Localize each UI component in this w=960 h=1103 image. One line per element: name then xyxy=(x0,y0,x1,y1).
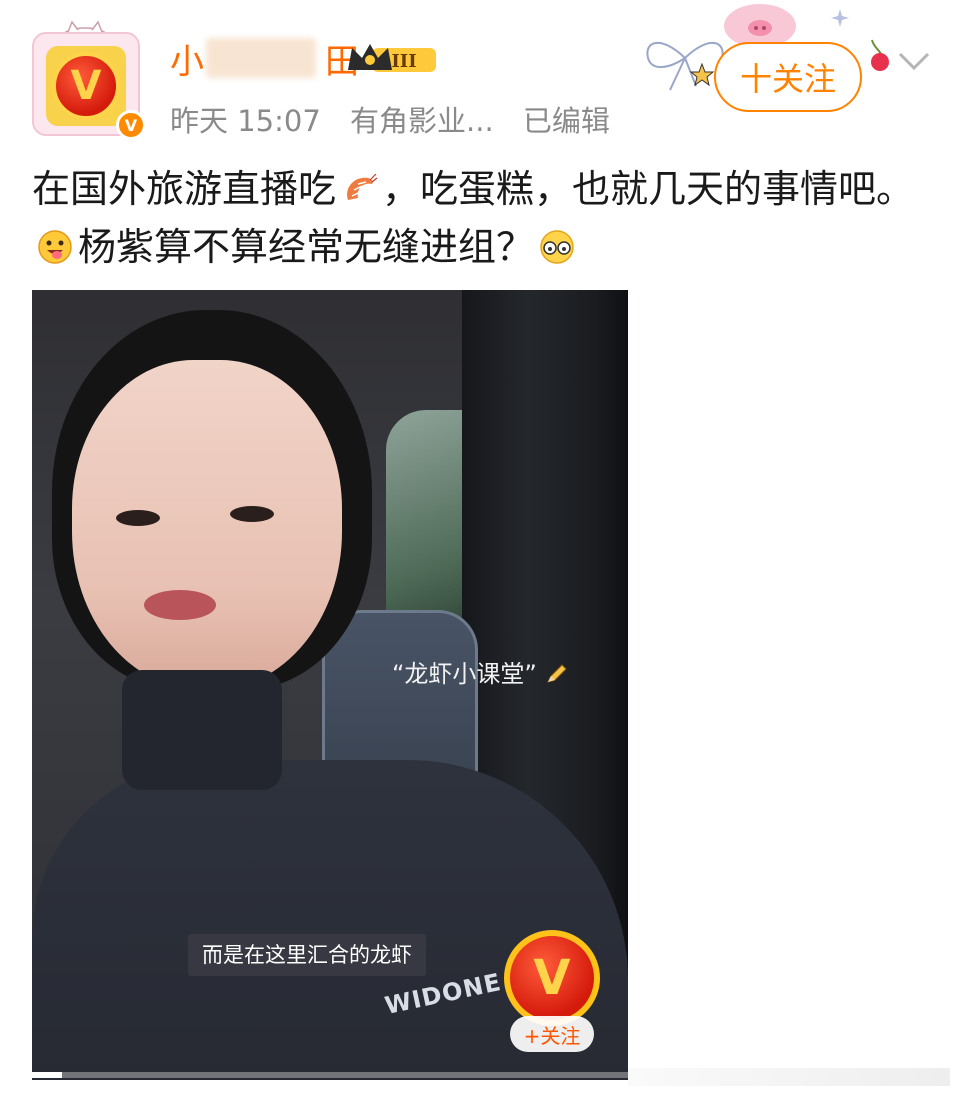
author-name-prefix: 小 xyxy=(170,42,205,82)
star-decoration-icon xyxy=(831,9,849,27)
level-badge-text: III xyxy=(391,51,416,72)
post-source[interactable]: 有角影业... xyxy=(350,104,494,138)
post-edited[interactable]: 已编辑 xyxy=(523,104,610,138)
bottom-fade-strip xyxy=(628,1068,950,1086)
glasses-emoji-icon xyxy=(540,230,574,264)
right-blank-area xyxy=(628,290,960,1080)
video-overlay-tag: “龙虾小课堂” xyxy=(392,654,569,689)
person-face xyxy=(72,360,342,690)
video-progress-fill xyxy=(32,1072,62,1078)
pig-decoration-icon xyxy=(724,4,796,46)
author-avatar[interactable]: V V xyxy=(28,18,146,140)
person-eye-right xyxy=(230,506,274,522)
video-progress-bar[interactable] xyxy=(32,1072,628,1078)
verified-badge-icon: V xyxy=(116,110,146,140)
avatar-logo: V xyxy=(52,52,120,120)
post-video[interactable]: “龙虾小课堂” 而是在这里汇合的龙虾 WIDONE V +关注 xyxy=(32,290,628,1080)
crown-level-badge-icon: III xyxy=(348,44,436,72)
post-time: 昨天 15:07 xyxy=(170,104,321,138)
shrimp-emoji-icon xyxy=(347,173,378,200)
person-eye-left xyxy=(116,510,160,526)
post-text: 在国外旅游直播吃 ，吃蛋糕，也就几天的事情吧。 杨紫算不算经常无缝进组？ xyxy=(32,160,932,276)
video-subtitle: 而是在这里汇合的龙虾 xyxy=(188,934,426,976)
post-text-part2: ，吃蛋糕，也就几天的事情吧。 xyxy=(382,167,915,211)
person-turtleneck xyxy=(122,670,282,790)
post-text-part3: 杨紫算不算经常无缝进组？ xyxy=(78,225,535,269)
tongue-emoji-icon xyxy=(38,230,72,264)
video-creator-avatar[interactable]: V xyxy=(504,930,600,1026)
chevron-down-icon[interactable] xyxy=(896,46,932,76)
video-follow-button[interactable]: +关注 xyxy=(510,1016,594,1052)
post-text-part1: 在国外旅游直播吃 xyxy=(32,167,337,211)
overlay-tag-text: “龙虾小课堂” xyxy=(392,660,537,688)
name-blur-mask xyxy=(206,38,316,78)
post-meta: 昨天 15:07 有角影业... 已编辑 xyxy=(170,98,630,140)
follow-button[interactable]: 十关注 xyxy=(714,42,862,112)
person-lips xyxy=(144,590,216,620)
pencil-icon xyxy=(546,664,567,683)
